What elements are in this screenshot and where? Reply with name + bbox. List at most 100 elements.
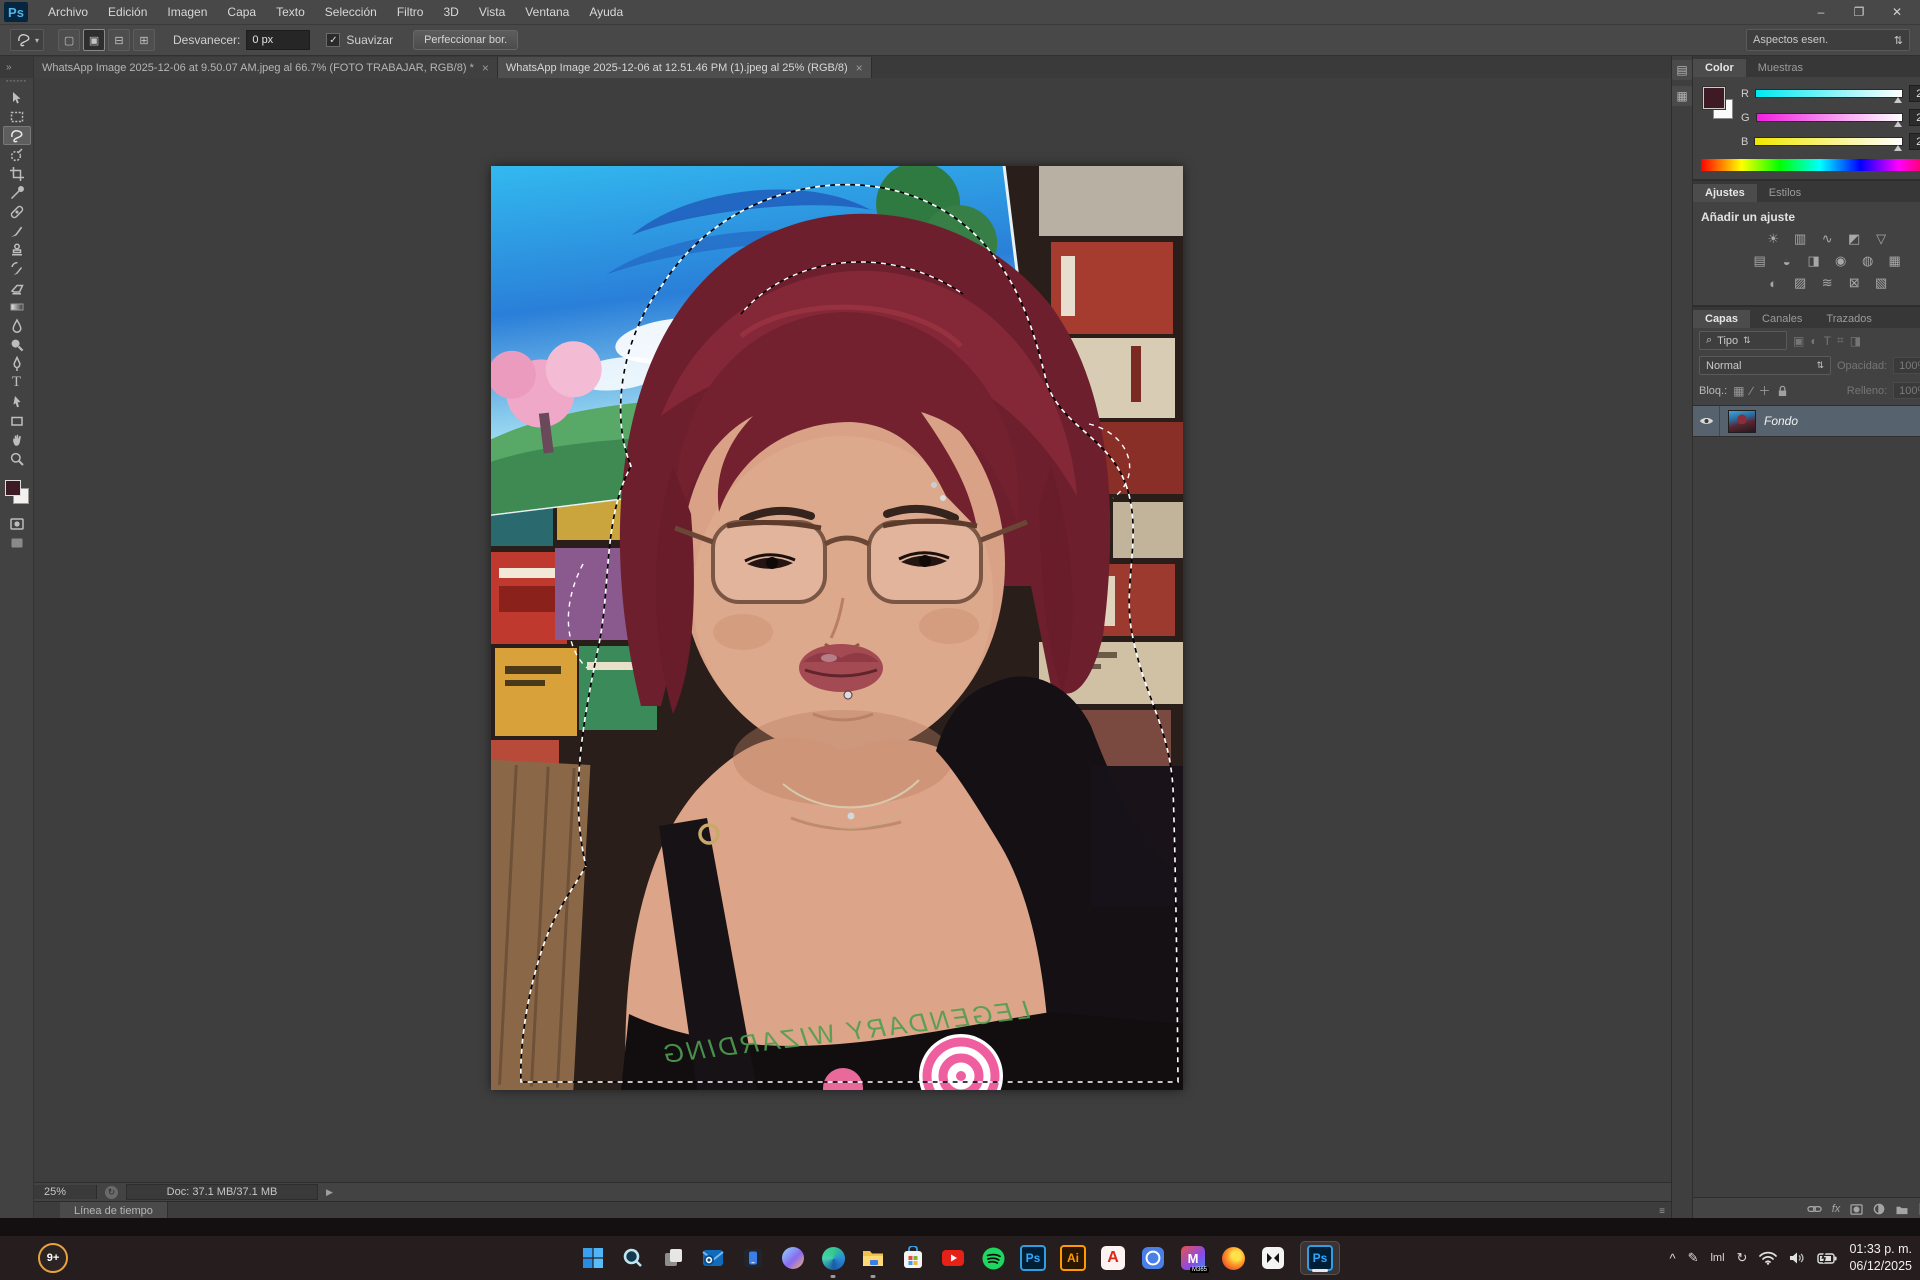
tool-gradient[interactable] [3, 297, 31, 316]
filter-adjustment-icon[interactable]: ◐ [1810, 334, 1817, 348]
tool-hand[interactable] [3, 430, 31, 449]
menu-filtro[interactable]: Filtro [387, 2, 434, 22]
tool-rectangular-marquee[interactable] [3, 107, 31, 126]
illustrator-app-button[interactable]: Ai [1060, 1245, 1086, 1271]
feather-input[interactable]: 0 px [246, 30, 310, 50]
black-white-icon[interactable]: ◨ [1805, 253, 1823, 269]
foreground-background-colors[interactable] [5, 480, 29, 504]
foreground-color-swatch[interactable] [1703, 87, 1725, 109]
photoshop-active-window-button[interactable]: Ps [1300, 1241, 1340, 1275]
close-tab-icon[interactable]: × [482, 61, 489, 75]
canvas-area[interactable]: LEGENDARY WIZARDING [34, 78, 1671, 1182]
opacity-field[interactable]: 100% [1893, 357, 1920, 374]
notification-badge[interactable]: 9+ [38, 1243, 68, 1273]
color-balance-icon[interactable]: ◒ [1778, 253, 1796, 269]
file-explorer-button[interactable] [860, 1245, 886, 1271]
screen-mode-button[interactable] [3, 533, 31, 552]
tool-crop[interactable] [3, 164, 31, 183]
color-spectrum-ramp[interactable] [1701, 159, 1920, 171]
acrobat-button[interactable]: A [1100, 1245, 1126, 1271]
layer-style-icon[interactable]: fx [1832, 1203, 1841, 1215]
lock-all-icon[interactable] [1777, 385, 1788, 397]
tool-type[interactable]: T [3, 373, 31, 392]
tool-quick-selection[interactable] [3, 145, 31, 164]
exposure-icon[interactable]: ◩ [1845, 231, 1863, 247]
filter-type-icon[interactable]: T [1824, 334, 1831, 348]
restore-button[interactable]: ❐ [1840, 0, 1878, 24]
store-button[interactable] [900, 1245, 926, 1271]
layer-name[interactable]: Fondo [1764, 414, 1920, 428]
toolbar-grip[interactable]: ▪▪▪▪▪▪ [6, 78, 27, 88]
edge-button[interactable] [820, 1245, 846, 1271]
layer-visibility-toggle[interactable] [1693, 406, 1720, 436]
tab-color[interactable]: Color [1693, 59, 1746, 77]
close-tab-icon[interactable]: × [856, 61, 863, 75]
timeline-expand-icon[interactable]: ≡ [1659, 1206, 1665, 1217]
antialias-checkbox[interactable]: ✓ [326, 33, 340, 47]
vibrance-icon[interactable]: ▽ [1872, 231, 1890, 247]
layer-row-fondo[interactable]: Fondo [1693, 405, 1920, 437]
lock-paint-icon[interactable]: ∕ [1750, 384, 1752, 398]
threshold-icon[interactable]: ≋ [1818, 275, 1836, 291]
document-tab-1[interactable]: WhatsApp Image 2025-12-06 at 9.50.07 AM.… [34, 57, 498, 78]
brightness-contrast-icon[interactable]: ☀ [1764, 231, 1782, 247]
new-selection-button[interactable]: ▢ [58, 29, 80, 51]
tab-estilos[interactable]: Estilos [1757, 184, 1813, 202]
close-button[interactable]: ✕ [1878, 0, 1916, 24]
tool-move[interactable] [3, 88, 31, 107]
tool-path-selection[interactable] [3, 392, 31, 411]
taskbar-clock[interactable]: 01:33 p. m. 06/12/2025 [1849, 1241, 1912, 1275]
menu-texto[interactable]: Texto [266, 2, 315, 22]
menu-ventana[interactable]: Ventana [515, 2, 579, 22]
task-view-button[interactable] [660, 1245, 686, 1271]
battery-icon[interactable] [1817, 1252, 1837, 1265]
layer-thumbnail[interactable] [1728, 410, 1756, 433]
b-value-field[interactable]: 255 [1909, 133, 1920, 150]
menu-3d[interactable]: 3D [433, 2, 468, 22]
tool-eyedropper[interactable] [3, 183, 31, 202]
youtube-button[interactable] [940, 1245, 966, 1271]
tray-sync-icon[interactable]: ↻ [1737, 1250, 1748, 1266]
blend-mode-dropdown[interactable]: Normal ⇅ [1699, 356, 1831, 375]
outlook-button[interactable] [700, 1245, 726, 1271]
layer-filter-kind-dropdown[interactable]: ⌕ Tipo ⇅ [1699, 331, 1787, 350]
new-group-icon[interactable] [1895, 1204, 1909, 1215]
filter-shape-icon[interactable]: ⌗ [1837, 333, 1844, 348]
tab-ajustes[interactable]: Ajustes [1693, 184, 1757, 202]
tab-muestras[interactable]: Muestras [1746, 59, 1815, 77]
photoshop-app-button[interactable]: Ps [1020, 1245, 1046, 1271]
lock-position-icon[interactable]: ＋ [1759, 382, 1771, 399]
collapsed-panel-history-icon[interactable]: ▤ [1672, 60, 1692, 80]
menu-edicion[interactable]: Edición [98, 2, 157, 22]
tool-shape[interactable] [3, 411, 31, 430]
foreground-color-swatch[interactable] [5, 480, 21, 496]
invert-icon[interactable]: ◐ [1764, 275, 1782, 291]
tool-brush[interactable] [3, 221, 31, 240]
tray-pen-icon[interactable]: ✎ [1688, 1250, 1699, 1266]
m365-button[interactable]: M M365 [1180, 1245, 1206, 1271]
gradient-map-icon[interactable]: ▧ [1872, 275, 1890, 291]
filter-image-icon[interactable]: ▣ [1793, 334, 1804, 348]
tool-history-brush[interactable] [3, 259, 31, 278]
intersect-selection-button[interactable]: ⊞ [133, 29, 155, 51]
start-button[interactable] [580, 1245, 606, 1271]
add-to-selection-button[interactable]: ▣ [83, 29, 105, 51]
tab-trazados[interactable]: Trazados [1814, 310, 1883, 328]
copilot-button[interactable] [780, 1245, 806, 1271]
menu-archivo[interactable]: Archivo [38, 2, 98, 22]
fill-field[interactable]: 100% [1893, 382, 1920, 399]
hue-saturation-icon[interactable]: ▤ [1751, 253, 1769, 269]
color-swatches[interactable] [1701, 85, 1735, 125]
toolbar-collapse[interactable]: » [0, 56, 33, 78]
teams-button[interactable] [1140, 1245, 1166, 1271]
levels-icon[interactable]: ▥ [1791, 231, 1809, 247]
collapsed-panel-properties-icon[interactable]: ▦ [1672, 86, 1692, 106]
b-slider[interactable] [1754, 137, 1903, 146]
minimize-button[interactable]: – [1802, 0, 1840, 24]
tab-canales[interactable]: Canales [1750, 310, 1814, 328]
photo-filter-icon[interactable]: ◉ [1832, 253, 1850, 269]
r-slider[interactable] [1755, 89, 1903, 98]
tool-blur[interactable] [3, 316, 31, 335]
tool-eraser[interactable] [3, 278, 31, 297]
tray-chevron-up-icon[interactable]: ^ [1669, 1251, 1675, 1266]
